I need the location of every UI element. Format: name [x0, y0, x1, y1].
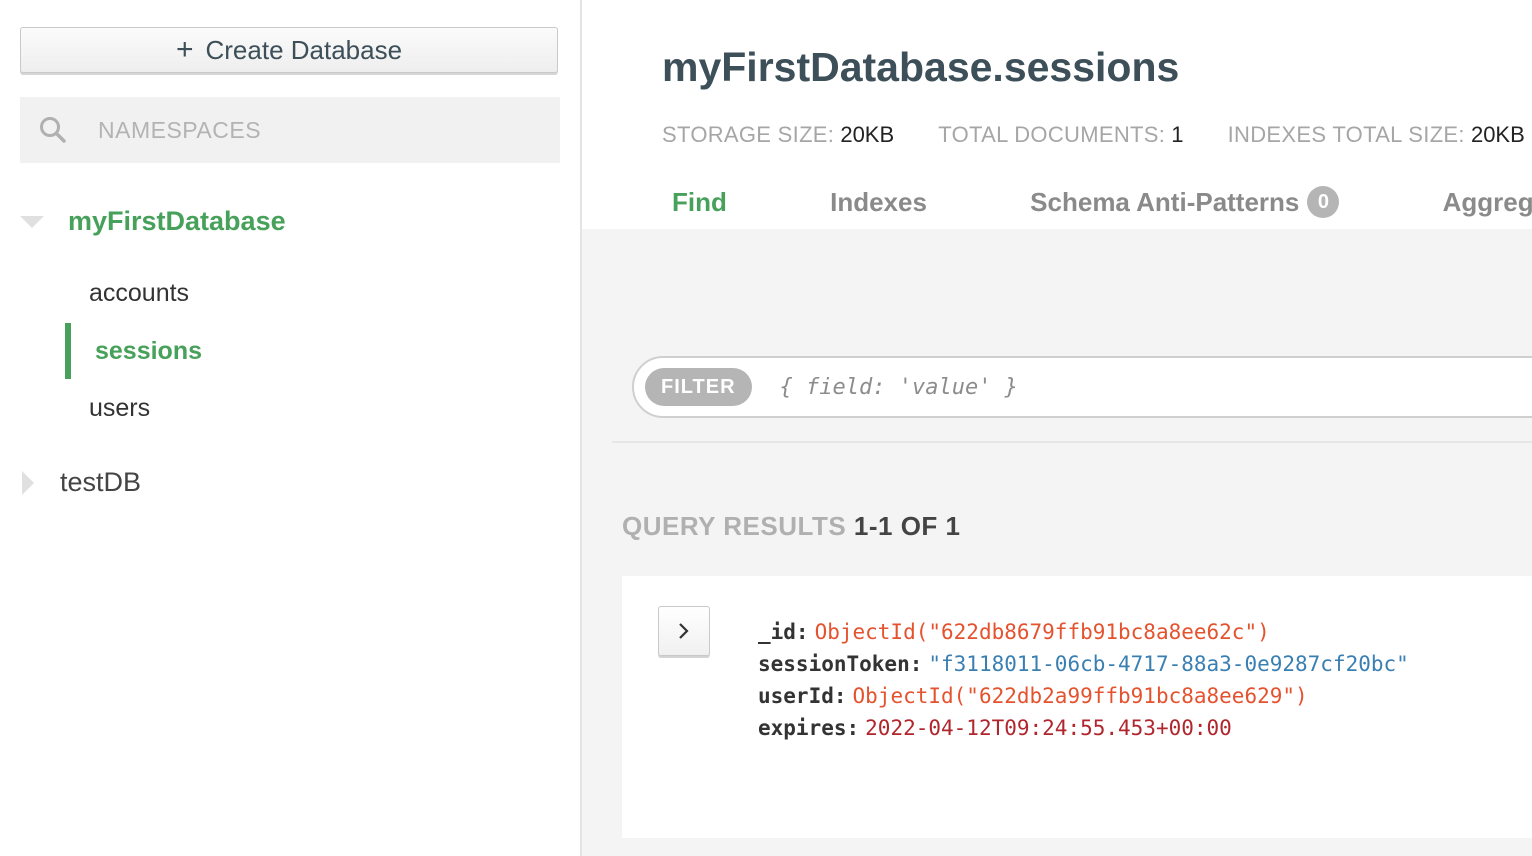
database-name: myFirstDatabase [68, 206, 286, 236]
collection-sessions[interactable]: sessions [65, 323, 545, 379]
database-testdb[interactable]: testDB [20, 467, 141, 498]
stat-indexes-total-size: INDEXES TOTAL SIZE: 20KB [1228, 122, 1525, 148]
page-title: myFirstDatabase.sessions [662, 44, 1180, 90]
chevron-right-icon [679, 623, 689, 639]
tab-label: Schema Anti-Patterns [1030, 186, 1300, 217]
stat-value: 20KB [1470, 122, 1525, 147]
database-name: testDB [60, 467, 142, 497]
stat-value: 1 [1171, 122, 1184, 147]
caret-right-icon [22, 470, 34, 495]
stat-total-documents: TOTAL DOCUMENTS: 1 [938, 122, 1183, 148]
count-badge: 0 [1307, 186, 1340, 218]
filter-input[interactable] [777, 373, 1482, 401]
document-field: _id: ObjectId("622db8679ffb91bc8a8ee62c") [758, 616, 1409, 648]
collection-label: accounts [89, 278, 190, 307]
stat-label: STORAGE SIZE: [662, 122, 835, 147]
tab-label: Find [672, 186, 727, 217]
tab-find[interactable]: Find [672, 187, 727, 218]
search-icon [40, 117, 66, 143]
field-key: sessionToken: [758, 652, 923, 676]
tab-schema-anti-patterns[interactable]: Schema Anti-Patterns 0 [1030, 186, 1340, 218]
create-database-label: Create Database [205, 34, 403, 65]
document-field: userId: ObjectId("622db2a99ffb91bc8a8ee62… [758, 680, 1409, 712]
document-field: sessionToken: "f3118011-06cb-4717-88a3-0e… [758, 648, 1409, 680]
field-key: _id: [758, 620, 809, 644]
field-value: 2022-04-12T09:24:55.453+00:00 [865, 716, 1232, 740]
collection-tabs: Find Indexes Schema Anti-Patterns 0 Aggr… [672, 186, 1532, 218]
main-panel: myFirstDatabase.sessions STORAGE SIZE: 2… [582, 0, 1532, 856]
collection-stats: STORAGE SIZE: 20KB TOTAL DOCUMENTS: 1 IN… [662, 122, 1532, 148]
collection-users[interactable]: users [65, 380, 545, 436]
sidebar: + Create Database myFirstDatabase accoun… [0, 0, 582, 856]
filter-bar: FILTER [632, 356, 1532, 418]
query-results-summary: QUERY RESULTS 1-1 OF 1 [622, 511, 961, 542]
stat-label: INDEXES TOTAL SIZE: [1227, 122, 1465, 147]
tab-aggregation[interactable]: Aggregation [1443, 187, 1532, 218]
tab-label: Indexes [830, 186, 927, 217]
plus-icon: + [175, 33, 194, 66]
document-fields: _id: ObjectId("622db8679ffb91bc8a8ee62c")… [758, 616, 1409, 744]
document-card: _id: ObjectId("622db8679ffb91bc8a8ee62c")… [622, 576, 1532, 838]
field-value: ObjectId("622db2a99ffb91bc8a8ee629") [852, 684, 1308, 708]
document-field: expires: 2022-04-12T09:24:55.453+00:00 [758, 712, 1409, 744]
create-database-button[interactable]: + Create Database [20, 27, 558, 73]
stat-storage-size: STORAGE SIZE: 20KB [662, 122, 894, 148]
collection-accounts[interactable]: accounts [65, 265, 545, 321]
query-bar: FILTER [612, 229, 1532, 443]
find-content: FILTER QUERY RESULTS 1-1 OF 1 _id:Object… [582, 229, 1532, 856]
field-key: userId: [758, 684, 847, 708]
results-label: QUERY RESULTS [622, 511, 847, 541]
expand-document-button[interactable] [658, 606, 710, 656]
namespace-search-input[interactable] [96, 115, 540, 145]
field-key: expires: [758, 716, 860, 740]
tab-indexes[interactable]: Indexes [830, 187, 927, 218]
namespace-search [20, 97, 560, 163]
caret-down-icon [20, 215, 44, 228]
results-count: 1-1 OF 1 [853, 511, 961, 541]
field-value: ObjectId("622db8679ffb91bc8a8ee62c") [814, 620, 1270, 644]
collection-header: myFirstDatabase.sessions STORAGE SIZE: 2… [582, 0, 1532, 229]
collection-label: sessions [95, 336, 203, 365]
stat-label: TOTAL DOCUMENTS: [938, 122, 1166, 147]
collection-label: users [89, 393, 151, 422]
tab-label: Aggregation [1442, 186, 1532, 217]
filter-label: FILTER [645, 368, 752, 406]
field-value: "f3118011-06cb-4717-88a3-0e9287cf20bc" [928, 652, 1409, 676]
database-myfirstdatabase[interactable]: myFirstDatabase [20, 206, 286, 237]
stat-value: 20KB [840, 122, 895, 147]
